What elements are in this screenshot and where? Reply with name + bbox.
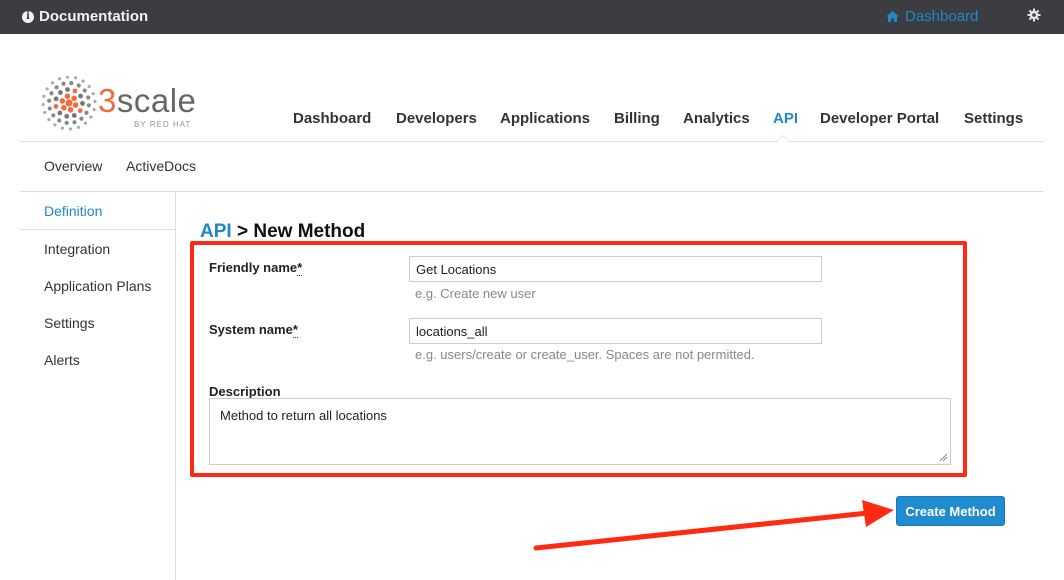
sidebar-item-application-plans[interactable]: Application Plans bbox=[44, 278, 151, 294]
dashboard-link[interactable]: Dashboard bbox=[886, 8, 978, 25]
logo-dot bbox=[57, 77, 62, 81]
gear-icon[interactable] bbox=[1027, 8, 1041, 22]
logo-dot bbox=[87, 84, 91, 89]
documentation-label: Documentation bbox=[39, 8, 149, 25]
sidebar: Definition Integration Application Plans… bbox=[20, 192, 176, 580]
logo-dot bbox=[72, 102, 79, 108]
nav-applications[interactable]: Applications bbox=[500, 110, 590, 127]
logo-dot bbox=[72, 88, 78, 94]
page-heading: New Method bbox=[253, 221, 366, 242]
breadcrumb-separator: > bbox=[236, 221, 249, 242]
logo-dot bbox=[54, 85, 59, 90]
logo-dot bbox=[81, 79, 85, 83]
logo-dot bbox=[76, 83, 81, 88]
logo-dot bbox=[65, 99, 73, 107]
sidebar-item-alerts[interactable]: Alerts bbox=[44, 352, 80, 368]
breadcrumb-api[interactable]: API bbox=[200, 221, 232, 242]
nav-settings[interactable]: Settings bbox=[964, 110, 1023, 127]
nav-api[interactable]: API bbox=[773, 110, 798, 127]
main-nav-divider bbox=[20, 141, 1043, 142]
logo-dot bbox=[58, 90, 63, 95]
logo-dot bbox=[53, 96, 59, 102]
friendly-name-label: Friendly name* bbox=[209, 260, 303, 276]
logo-dot bbox=[86, 95, 91, 100]
top-bar: i Documentation Dashboard bbox=[0, 0, 1064, 34]
description-label: Description bbox=[209, 384, 281, 399]
logo-dot bbox=[47, 98, 52, 103]
resize-grip-icon[interactable] bbox=[939, 453, 948, 462]
friendly-name-input[interactable] bbox=[409, 256, 822, 282]
logo-dot bbox=[42, 94, 46, 98]
logo-dot bbox=[65, 87, 70, 92]
info-icon: i bbox=[22, 10, 34, 23]
main-nav: Dashboard Developers Applications Billin… bbox=[0, 110, 1064, 132]
sidebar-item-settings[interactable]: Settings bbox=[44, 315, 95, 331]
logo-dot bbox=[86, 103, 91, 108]
system-name-input[interactable] bbox=[409, 318, 822, 344]
logo-dot bbox=[82, 88, 87, 93]
create-method-button[interactable]: Create Method bbox=[896, 496, 1005, 526]
logo-dot bbox=[69, 81, 74, 86]
sidebar-divider bbox=[20, 229, 176, 230]
logo-dot bbox=[42, 102, 45, 107]
logo-dot bbox=[78, 93, 83, 99]
nav-developer-portal[interactable]: Developer Portal bbox=[820, 110, 939, 127]
subnav-overview[interactable]: Overview bbox=[44, 158, 102, 174]
nav-dashboard[interactable]: Dashboard bbox=[293, 110, 371, 127]
page-title: API > New Method bbox=[200, 221, 365, 243]
friendly-name-hint: e.g. Create new user bbox=[415, 286, 536, 301]
sidebar-item-definition[interactable]: Definition bbox=[44, 203, 102, 219]
logo-dot bbox=[53, 104, 59, 109]
required-mark: * bbox=[292, 322, 298, 338]
logo-dot bbox=[59, 98, 66, 104]
logo-dot bbox=[64, 93, 71, 99]
logo-dot bbox=[93, 99, 97, 104]
home-icon bbox=[886, 11, 899, 22]
logo-dot bbox=[61, 81, 66, 86]
nav-analytics[interactable]: Analytics bbox=[683, 110, 750, 127]
logo-dot bbox=[80, 100, 85, 106]
nav-billing[interactable]: Billing bbox=[614, 110, 660, 127]
description-textarea[interactable]: Method to return all locations bbox=[209, 398, 951, 465]
system-name-label: System name* bbox=[209, 322, 298, 338]
required-mark: * bbox=[297, 260, 303, 276]
logo-dot bbox=[49, 91, 54, 96]
dashboard-label: Dashboard bbox=[905, 8, 979, 25]
subnav-activedocs[interactable]: ActiveDocs bbox=[126, 158, 196, 174]
logo-dot bbox=[45, 87, 49, 91]
documentation-link[interactable]: i Documentation bbox=[22, 8, 148, 25]
logo-dot bbox=[91, 91, 95, 96]
sidebar-item-integration[interactable]: Integration bbox=[44, 241, 110, 257]
nav-developers[interactable]: Developers bbox=[396, 110, 477, 127]
logo-dot bbox=[74, 76, 78, 80]
system-name-hint: e.g. users/create or create_user. Spaces… bbox=[415, 347, 755, 362]
logo-dot bbox=[50, 81, 55, 85]
active-nav-caret bbox=[776, 135, 790, 142]
logo-dot bbox=[71, 95, 77, 102]
logo-dot bbox=[65, 76, 70, 79]
